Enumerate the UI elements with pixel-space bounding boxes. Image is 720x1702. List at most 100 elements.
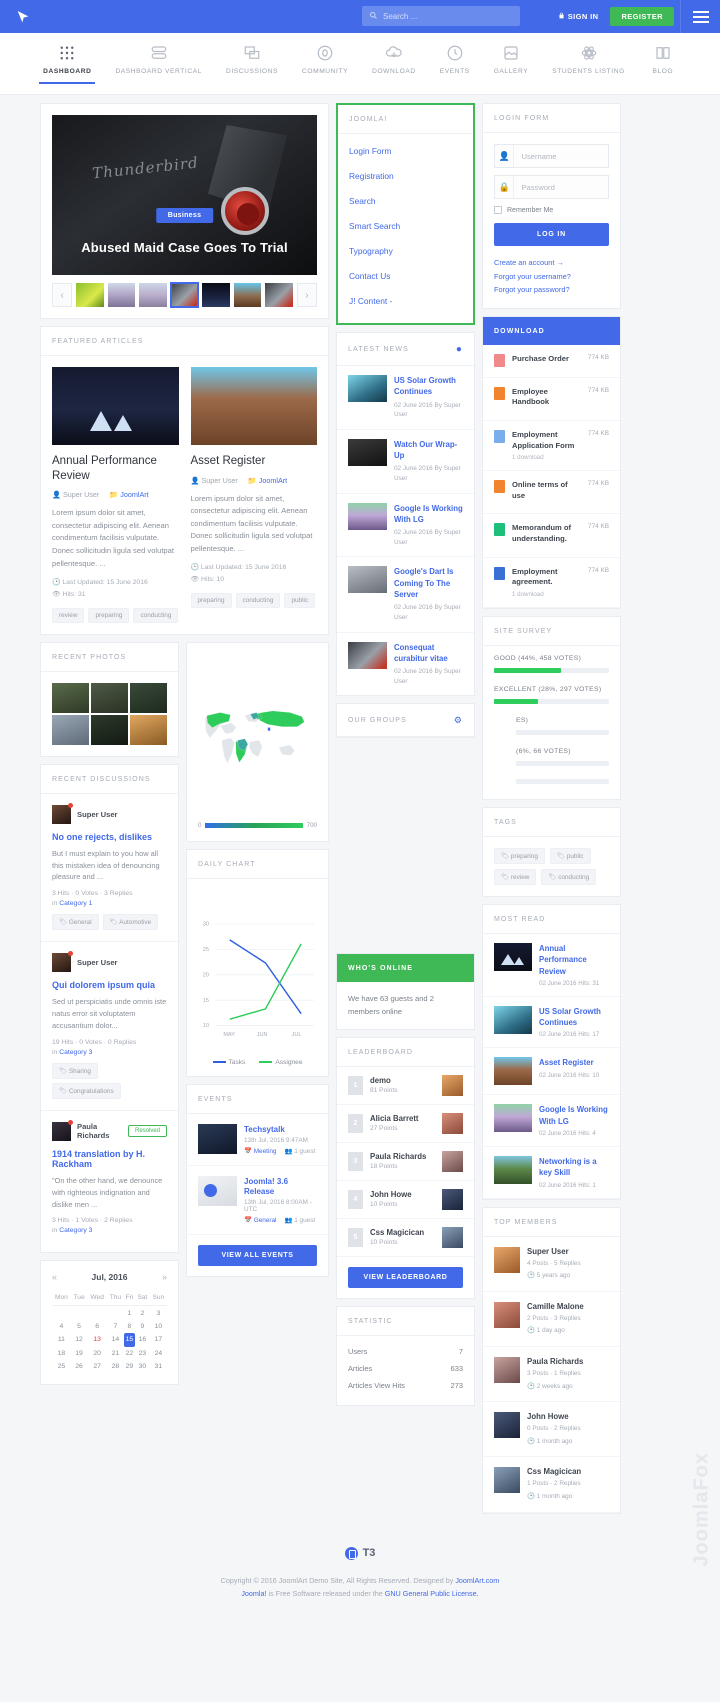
calendar-day[interactable]: 29 <box>124 1360 135 1373</box>
calendar-day-selected[interactable]: 15 <box>123 1333 136 1347</box>
tag-chip[interactable]: preparing <box>190 593 232 609</box>
hero-thumb[interactable] <box>76 283 104 307</box>
calendar-day[interactable]: 26 <box>71 1360 87 1373</box>
calendar-day[interactable]: 4 <box>52 1320 71 1333</box>
news-title[interactable]: Google Is Working With LG <box>394 503 463 526</box>
slider-next-button[interactable]: › <box>296 283 318 307</box>
calendar-day[interactable]: 14 <box>107 1333 124 1346</box>
calendar-day[interactable] <box>87 1306 107 1320</box>
world-map[interactable]: 0 700 <box>187 643 328 841</box>
gear-icon[interactable]: ⚙ <box>454 715 463 726</box>
menu-item-registration[interactable]: Registration <box>349 163 462 188</box>
nav-item-dashboard[interactable]: DASHBOARD <box>31 33 103 84</box>
user-name[interactable]: Paula Richards <box>77 1122 122 1140</box>
photo-thumb[interactable] <box>91 714 128 745</box>
calendar-day[interactable]: 5 <box>71 1320 87 1333</box>
download-item[interactable]: Purchase Order 774 KB <box>483 345 620 378</box>
hero-thumb[interactable] <box>233 283 262 307</box>
article-thumb[interactable] <box>494 942 532 971</box>
calendar-day[interactable] <box>107 1306 124 1320</box>
calendar-prev-button[interactable]: « <box>52 1272 57 1282</box>
photo-thumb[interactable] <box>130 714 167 745</box>
joomlart-link[interactable]: JoomlArt.com <box>455 1576 499 1585</box>
search-input[interactable] <box>383 11 513 21</box>
calendar-day[interactable]: 11 <box>52 1333 71 1346</box>
calendar-day[interactable]: 24 <box>150 1347 167 1360</box>
article-title[interactable]: Google Is Working With LG <box>539 1104 609 1127</box>
calendar-day[interactable]: 22 <box>124 1347 135 1360</box>
hero-thumb[interactable] <box>139 283 167 307</box>
menu-item-smart-search[interactable]: Smart Search <box>349 213 462 238</box>
menu-item-typography[interactable]: Typography <box>349 238 462 263</box>
hero-thumb[interactable] <box>202 283 230 307</box>
search-box[interactable] <box>362 6 520 26</box>
view-leaderboard-button[interactable]: VIEW LEADERBOARD <box>348 1266 463 1288</box>
tag-chip[interactable]: preparing <box>88 607 130 623</box>
news-thumb[interactable] <box>348 566 387 594</box>
hero-category-badge[interactable]: Business <box>155 208 214 223</box>
photo-thumb[interactable] <box>130 682 167 713</box>
calendar-day[interactable]: 7 <box>107 1320 124 1333</box>
article-title[interactable]: Annual Performance Review <box>539 943 609 977</box>
forgot-password-link[interactable]: Forgot your password? <box>494 283 609 297</box>
calendar-day[interactable]: 12 <box>71 1333 87 1346</box>
calendar-day[interactable]: 31 <box>150 1360 167 1373</box>
tag-chip[interactable]: 🏷 Automotive <box>102 914 159 931</box>
calendar-day[interactable]: 2 <box>135 1306 150 1320</box>
category-link[interactable]: Category 3 <box>59 1049 92 1056</box>
discussion-title[interactable]: 1914 translation by H. Rackham <box>52 1149 167 1169</box>
tag-chip[interactable]: conducting <box>133 607 179 623</box>
article-category[interactable]: 📁 JoomlArt <box>248 476 287 485</box>
calendar-day[interactable]: 30 <box>135 1360 150 1373</box>
remember-me-row[interactable]: Remember Me <box>494 206 609 214</box>
nav-item-download[interactable]: DOWNLOAD <box>360 33 428 75</box>
calendar-day[interactable]: 8 <box>124 1320 135 1333</box>
password-row[interactable]: 🔒 <box>494 175 609 199</box>
photo-thumb[interactable] <box>52 682 89 713</box>
discussion-title[interactable]: No one rejects, dislikes <box>52 832 167 842</box>
tag-chip[interactable]: conducting <box>235 593 281 609</box>
photo-thumb[interactable] <box>52 714 89 745</box>
menu-item-login-form[interactable]: Login Form <box>349 138 462 163</box>
leaderboard-row[interactable]: 5 Css Magicican 10 Points <box>337 1219 474 1257</box>
menu-item-contact-us[interactable]: Contact Us <box>349 263 462 288</box>
article-thumb[interactable] <box>494 1104 532 1133</box>
tag-chip[interactable]: public <box>284 593 316 609</box>
discussion-title[interactable]: Qui dolorem ipsum quia <box>52 980 167 990</box>
event-thumb[interactable] <box>198 1123 237 1154</box>
nav-item-events[interactable]: EVENTS <box>428 33 482 75</box>
nav-item-students-listing[interactable]: STUDENTS LISTING <box>540 33 637 75</box>
news-title[interactable]: Watch Our Wrap-Up <box>394 439 463 462</box>
calendar-day[interactable]: 18 <box>52 1347 71 1360</box>
leaderboard-row[interactable]: 2 Alicia Barrett 27 Points <box>337 1105 474 1143</box>
article-category[interactable]: 📁 JoomlArt <box>109 490 148 499</box>
article-thumb[interactable] <box>494 1156 532 1185</box>
tag-chip[interactable]: review <box>52 607 85 623</box>
event-title[interactable]: Techsytalk <box>244 1125 285 1134</box>
calendar-day[interactable]: 27 <box>87 1360 107 1373</box>
download-item[interactable]: Memorandum of understanding. 774 KB <box>483 514 620 558</box>
menu-toggle-icon[interactable] <box>680 0 720 33</box>
site-logo-icon[interactable] <box>14 8 32 26</box>
tag-chip[interactable]: 🏷 review <box>494 868 537 885</box>
article-thumb[interactable] <box>494 1005 532 1034</box>
event-thumb[interactable] <box>198 1175 237 1206</box>
login-button[interactable]: LOG IN <box>494 223 609 246</box>
username-input[interactable] <box>514 151 608 161</box>
view-all-events-button[interactable]: VIEW ALL EVENTS <box>198 1244 317 1266</box>
leaderboard-row[interactable]: 4 John Howe 10 Points <box>337 1181 474 1219</box>
hero-title[interactable]: Abused Maid Case Goes To Trial <box>52 240 317 255</box>
collapse-icon[interactable]: ● <box>456 344 463 355</box>
menu-item-search[interactable]: Search <box>349 188 462 213</box>
news-title[interactable]: Google's Dart Is Coming To The Server <box>394 566 463 600</box>
article-image[interactable] <box>52 367 179 445</box>
news-thumb[interactable] <box>348 375 387 402</box>
user-name[interactable]: Super User <box>77 958 118 967</box>
category-link[interactable]: Category 1 <box>59 900 92 907</box>
top-member-item[interactable]: John Howe 0 Posts · 2 Replies 🕑 1 month … <box>483 1402 620 1458</box>
event-title[interactable]: Joomla! 3.6 Release <box>244 1177 288 1196</box>
tag-chip[interactable]: 🏷 Congratulations <box>52 1082 121 1099</box>
user-name[interactable]: Super User <box>77 810 118 819</box>
news-title[interactable]: US Solar Growth Continues <box>394 375 463 398</box>
article-image[interactable] <box>190 367 317 445</box>
